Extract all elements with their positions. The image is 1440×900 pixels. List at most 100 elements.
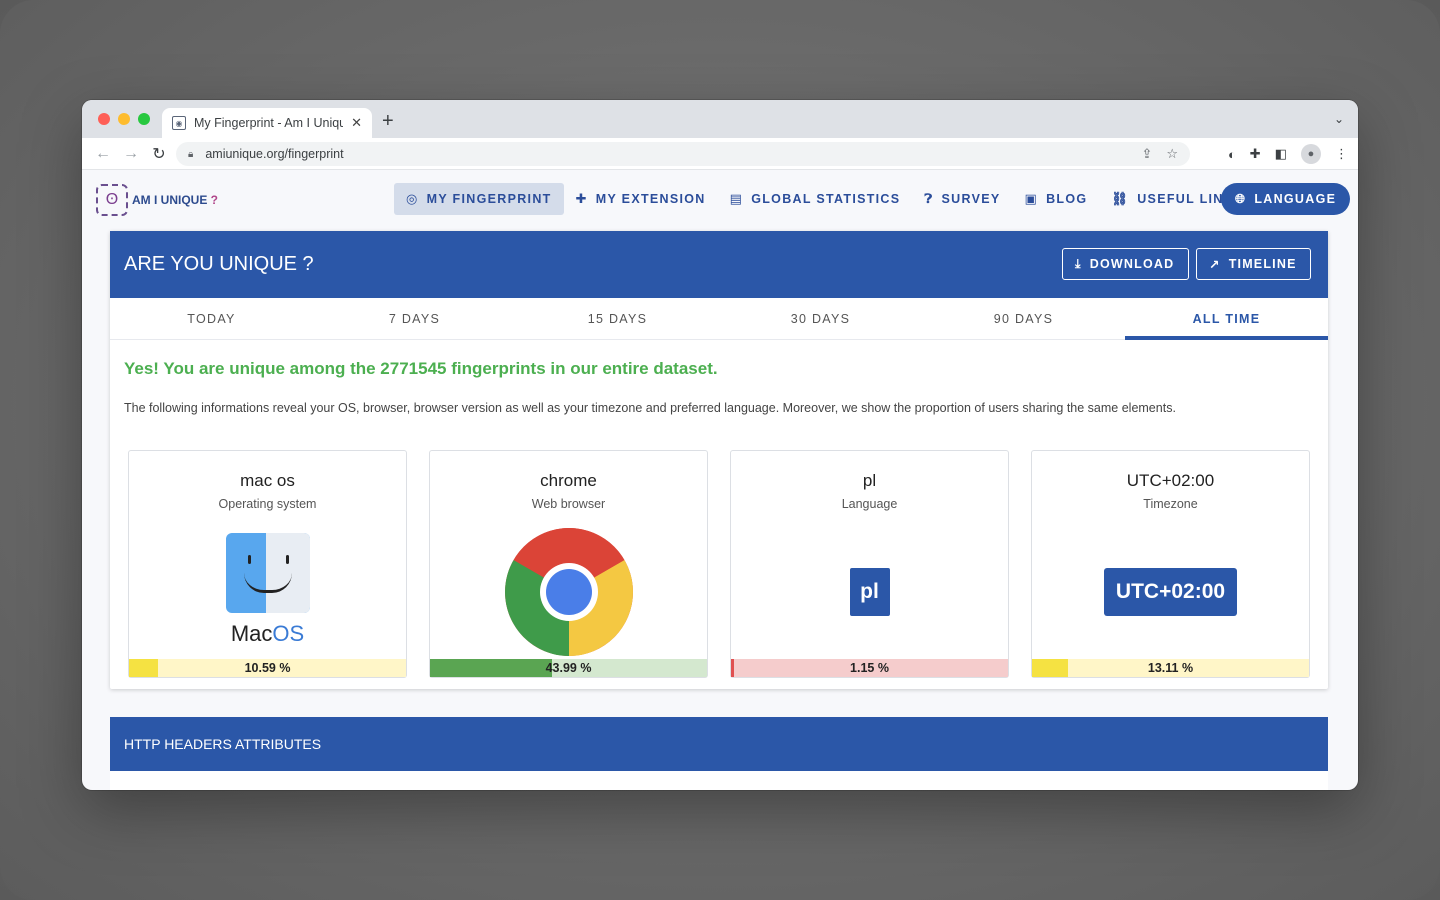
- percentage-bar: 43.99 %: [430, 659, 707, 677]
- side-panel-icon[interactable]: ◧: [1275, 146, 1287, 162]
- attribute-card-os: mac os Operating system MacOS 10.59 %: [128, 450, 407, 678]
- logo-text: AM I UNIQUE: [132, 193, 208, 207]
- wordmark-os: OS: [272, 621, 305, 646]
- attribute-value: UTC+02:00: [1126, 471, 1215, 490]
- timeline-label: TIMELINE: [1228, 257, 1297, 271]
- tab-title: My Fingerprint - Am I Uniqu: [194, 116, 344, 130]
- lock-icon: 🔒︎: [188, 148, 194, 160]
- attribute-label: Operating system: [218, 497, 317, 511]
- info-text: The following informations reveal your O…: [124, 401, 1176, 415]
- mac-finder-icon: [225, 533, 310, 613]
- attribute-label: Language: [841, 497, 898, 511]
- url-text: amiunique.org/fingerprint: [205, 147, 344, 161]
- fingerprint-icon: ◎: [406, 191, 419, 206]
- kebab-menu-icon[interactable]: ⋮: [1335, 146, 1348, 162]
- maximize-window-button[interactable]: [138, 113, 150, 125]
- tab-90-days[interactable]: 90 DAYS: [922, 298, 1125, 339]
- card-header: ARE YOU UNIQUE ? ⤓ DOWNLOAD ↗ TIMELINE: [110, 231, 1328, 298]
- nav-label: MY FINGERPRINT: [426, 192, 552, 206]
- tab-today[interactable]: TODAY: [110, 298, 313, 339]
- forward-icon[interactable]: →: [120, 145, 142, 163]
- percentage-bar: 1.15 %: [731, 659, 1008, 677]
- download-icon: ⤓: [1075, 256, 1082, 271]
- main-nav: ◎ MY FINGERPRINT ✚ MY EXTENSION ▤ GLOBAL…: [394, 183, 1256, 215]
- bar-chart-icon: ▤: [729, 191, 744, 206]
- close-tab-icon[interactable]: ✕: [351, 115, 362, 131]
- tab-7-days[interactable]: 7 DAYS: [313, 298, 516, 339]
- puzzle-icon: ✚: [575, 191, 588, 206]
- tab-strip: ◉ My Fingerprint - Am I Uniqu ✕ + ⌄: [82, 100, 1358, 138]
- tab-all-time[interactable]: ALL TIME: [1125, 298, 1328, 340]
- favicon-icon: ◉: [172, 116, 186, 130]
- close-window-button[interactable]: [98, 113, 110, 125]
- percentage-bar: 13.11 %: [1032, 659, 1309, 677]
- percentage-text: 43.99 %: [545, 661, 592, 675]
- percentage-text: 10.59 %: [244, 661, 291, 675]
- browser-window: ◉ My Fingerprint - Am I Uniqu ✕ + ⌄ ← → …: [82, 100, 1358, 790]
- trending-icon: ↗: [1209, 257, 1221, 272]
- attribute-label: Web browser: [531, 497, 606, 511]
- percentage-text: 1.15 %: [850, 661, 889, 675]
- nav-global-statistics[interactable]: ▤ GLOBAL STATISTICS: [718, 183, 913, 215]
- uniqueness-card: ARE YOU UNIQUE ? ⤓ DOWNLOAD ↗ TIMELINE T…: [110, 231, 1328, 689]
- link-icon: ⛓︎: [1111, 191, 1130, 206]
- browser-tab[interactable]: ◉ My Fingerprint - Am I Uniqu ✕: [162, 108, 372, 138]
- nav-my-extension[interactable]: ✚ MY EXTENSION: [564, 183, 718, 215]
- download-button[interactable]: ⤓ DOWNLOAD: [1062, 248, 1189, 280]
- attribute-value: pl: [862, 471, 877, 490]
- site-logo[interactable]: ʘ AM I UNIQUE ?: [96, 184, 218, 216]
- attribute-card-timezone: UTC+02:00 Timezone UTC+02:00 13.11 %: [1031, 450, 1310, 678]
- globe-icon: 🌐︎: [1235, 191, 1247, 206]
- timeline-button[interactable]: ↗ TIMELINE: [1196, 248, 1311, 280]
- window-controls: [98, 113, 150, 125]
- timezone-visual: UTC+02:00: [1032, 527, 1309, 657]
- nav-blog[interactable]: ▣ BLOG: [1013, 183, 1100, 215]
- nav-label: SURVEY: [941, 192, 1001, 206]
- nav-my-fingerprint[interactable]: ◎ MY FINGERPRINT: [394, 183, 564, 215]
- nav-label: BLOG: [1046, 192, 1088, 206]
- browser-visual: [430, 527, 707, 657]
- tab-30-days[interactable]: 30 DAYS: [719, 298, 922, 339]
- wordmark-mac: Mac: [230, 621, 273, 646]
- profile-avatar-icon[interactable]: ●: [1301, 144, 1321, 164]
- site-header: ʘ AM I UNIQUE ? ◎ MY FINGERPRINT ✚ MY EX…: [82, 170, 1358, 232]
- percentage-text: 13.11 %: [1147, 661, 1194, 675]
- blog-icon: ▣: [1024, 191, 1039, 206]
- time-range-tabs: TODAY 7 DAYS 15 DAYS 30 DAYS 90 DAYS ALL…: [110, 298, 1328, 340]
- reload-icon[interactable]: ↻: [148, 144, 170, 164]
- fingerprint-logo-icon: ʘ: [96, 184, 128, 216]
- http-headers-title: HTTP HEADERS ATTRIBUTES: [124, 736, 322, 752]
- browser-toolbar: ← → ↻ 🔒︎ amiunique.org/fingerprint ⇪ ☆ ◐…: [82, 138, 1358, 170]
- share-icon[interactable]: ⇪: [1141, 146, 1152, 162]
- attribute-value: mac os: [240, 471, 295, 490]
- extensions-puzzle-icon[interactable]: ✚: [1250, 146, 1261, 162]
- attribute-card-language: pl Language pl 1.15 %: [730, 450, 1009, 678]
- desktop-background: ◉ My Fingerprint - Am I Uniqu ✕ + ⌄ ← → …: [0, 0, 1440, 900]
- language-visual: pl: [731, 527, 1008, 657]
- http-headers-section-header[interactable]: HTTP HEADERS ATTRIBUTES: [110, 717, 1328, 771]
- cookie-icon[interactable]: ◐: [1228, 147, 1236, 162]
- nav-survey[interactable]: ❓︎ SURVEY: [912, 183, 1012, 215]
- nav-label: MY EXTENSION: [595, 192, 706, 206]
- chevron-down-icon[interactable]: ⌄: [1334, 112, 1344, 126]
- attribute-value: chrome: [540, 471, 597, 490]
- logo-question-mark: ?: [207, 193, 219, 207]
- tab-15-days[interactable]: 15 DAYS: [516, 298, 719, 339]
- minimize-window-button[interactable]: [118, 113, 130, 125]
- http-headers-section-body: [110, 771, 1328, 790]
- address-bar[interactable]: 🔒︎ amiunique.org/fingerprint ⇪ ☆: [176, 142, 1190, 166]
- new-tab-icon[interactable]: +: [382, 110, 394, 133]
- card-title: ARE YOU UNIQUE ?: [124, 253, 314, 275]
- attribute-grid: mac os Operating system MacOS 10.59 % ch…: [128, 450, 1310, 678]
- language-label: LANGUAGE: [1254, 192, 1337, 206]
- percentage-bar: 10.59 %: [129, 659, 406, 677]
- nav-label: GLOBAL STATISTICS: [751, 192, 901, 206]
- attribute-card-browser: chrome Web browser 43.99 %: [429, 450, 708, 678]
- question-icon: ❓︎: [924, 191, 934, 206]
- timezone-badge: UTC+02:00: [1103, 568, 1238, 616]
- bookmark-star-icon[interactable]: ☆: [1166, 146, 1178, 162]
- language-button[interactable]: 🌐︎ LANGUAGE: [1221, 183, 1351, 215]
- back-icon[interactable]: ←: [92, 145, 114, 163]
- macos-wordmark: MacOS: [129, 621, 406, 647]
- attribute-label: Timezone: [1143, 497, 1198, 511]
